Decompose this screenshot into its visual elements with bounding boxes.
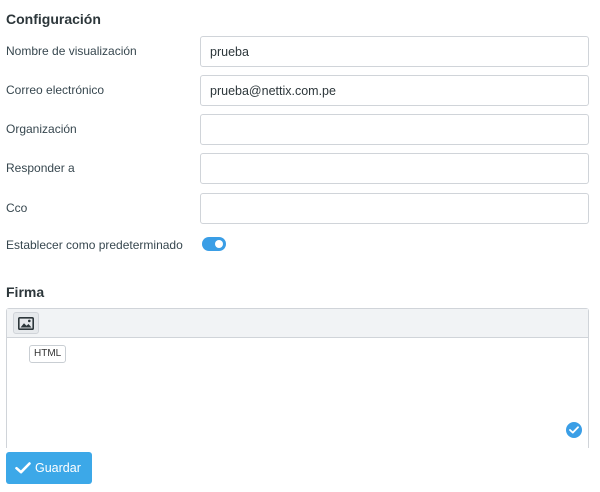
editor-toolbar (7, 309, 588, 338)
toggle-knob (215, 240, 223, 248)
display-name-row: Nombre de visualización (6, 36, 589, 67)
identity-settings-form: Configuración Nombre de visualización Co… (0, 0, 600, 492)
default-toggle-label: Establecer como predeterminado (6, 238, 183, 252)
organization-row: Organización (6, 114, 589, 145)
bcc-label: Cco (6, 201, 28, 215)
bcc-row: Cco (6, 193, 589, 224)
email-input[interactable] (200, 75, 589, 106)
email-label: Correo electrónico (6, 83, 105, 97)
organization-input[interactable] (200, 114, 589, 145)
signature-heading: Firma (6, 284, 45, 300)
reply-to-label: Responder a (6, 161, 75, 175)
save-button[interactable]: Guardar (6, 452, 92, 484)
insert-image-button[interactable] (13, 312, 39, 334)
default-toggle-switch[interactable] (202, 237, 226, 251)
check-icon (566, 422, 582, 438)
image-icon (18, 316, 34, 330)
checkmark-icon (15, 462, 31, 474)
display-name-input[interactable] (200, 36, 589, 67)
display-name-label: Nombre de visualización (6, 44, 137, 58)
bcc-input[interactable] (200, 193, 589, 224)
organization-label: Organización (6, 122, 77, 136)
reply-to-row: Responder a (6, 153, 589, 184)
save-button-label: Guardar (35, 461, 81, 475)
signature-editor[interactable]: HTML (6, 308, 589, 448)
html-mode-chip[interactable]: HTML (29, 345, 67, 363)
email-row: Correo electrónico (6, 75, 589, 106)
settings-heading: Configuración (6, 11, 101, 27)
reply-to-input[interactable] (200, 153, 589, 184)
